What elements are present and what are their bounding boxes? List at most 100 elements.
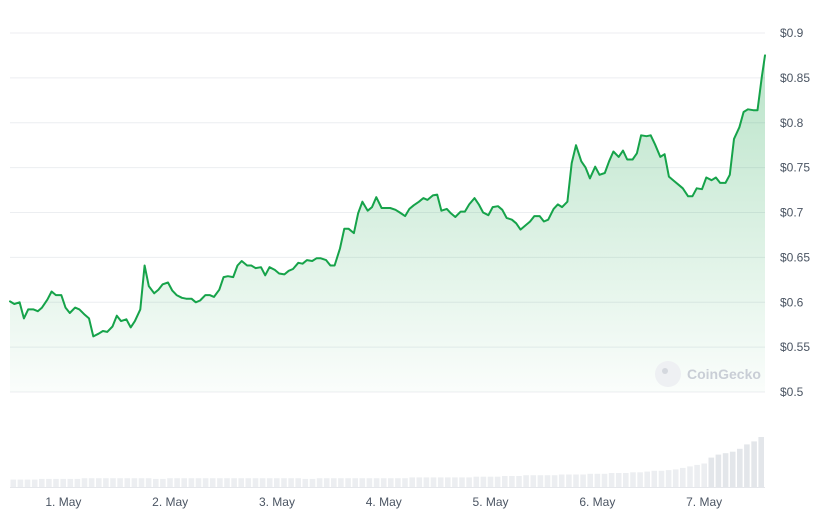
volume-bar (630, 472, 636, 487)
volume-bar (366, 478, 373, 487)
volume-bar (380, 478, 387, 487)
y-tick-label: $0.9 (780, 26, 804, 40)
watermark-text: CoinGecko (687, 366, 761, 382)
volume-bar (601, 473, 608, 487)
volume-bar (359, 478, 366, 487)
volume-bar (694, 464, 700, 487)
volume-bar (96, 478, 102, 487)
coingecko-logo-icon (655, 361, 681, 387)
volume-bar (459, 477, 465, 487)
volume-bar (744, 444, 750, 487)
volume-bar (252, 478, 259, 487)
volume-bar (167, 478, 173, 487)
volume-bar (680, 467, 686, 487)
price-area (10, 55, 765, 393)
volume-bar (608, 473, 615, 487)
volume-bar (46, 478, 52, 487)
volume-bar (573, 474, 579, 487)
x-tick-label: 5. May (473, 495, 509, 509)
y-tick-label: $0.55 (780, 340, 810, 354)
volume-bar (153, 478, 159, 487)
volume-bar (480, 476, 487, 487)
volume-bar (487, 476, 494, 487)
y-tick-label: $0.7 (780, 206, 804, 220)
volume-bar (117, 478, 123, 487)
volume-bar (758, 437, 764, 487)
volume-bar (445, 477, 451, 487)
volume-bar (124, 478, 131, 487)
volume-bar (202, 478, 209, 487)
volume-bar (224, 478, 230, 487)
volume-bar (558, 474, 565, 487)
volume-bar (24, 479, 31, 487)
volume-bar (580, 474, 586, 487)
price-area-fill (10, 55, 765, 393)
volume-bar (729, 451, 736, 487)
volume-bar (81, 478, 88, 487)
x-axis-ticks: 1. May 2. May 3. May 4. May 5. May 6. May 7. M… (45, 495, 722, 509)
volume-bar (473, 476, 480, 487)
volume-bar (31, 479, 38, 487)
volume-bar (60, 478, 66, 487)
volume-bar (537, 475, 544, 487)
x-tick-label: 1. May (45, 495, 81, 509)
volume-bar (331, 478, 337, 487)
volume-bar (53, 478, 59, 487)
volume-bar (295, 478, 301, 487)
volume-bar (430, 477, 437, 487)
volume-bar (103, 478, 109, 487)
volume-bar (245, 478, 252, 487)
volume-bar (452, 477, 458, 487)
x-tick-label: 6. May (579, 495, 615, 509)
chart-canvas: $0.9 $0.85 $0.8 $0.75 $0.7 $0.65 $0.6 $0.55 $0.5… (9, 26, 810, 509)
volume-bar (644, 471, 650, 487)
volume-bar (39, 478, 45, 487)
volume-bar (17, 479, 24, 487)
volume-bar (587, 473, 593, 487)
volume-bar (509, 476, 515, 487)
volume-bar (466, 477, 472, 487)
volume-bar (145, 478, 152, 487)
y-tick-label: $0.75 (780, 161, 810, 175)
coingecko-logo-eye (662, 368, 668, 374)
volume-bar (437, 477, 444, 487)
volume-bar (494, 476, 501, 487)
y-tick-label: $0.5 (780, 385, 804, 399)
volume-bar (409, 477, 415, 487)
volume-bar (751, 441, 757, 487)
volume-bar (402, 478, 408, 487)
volume-bar (266, 478, 273, 487)
volume-bar (181, 478, 187, 487)
volume-bar (594, 473, 601, 487)
volume-bar (209, 478, 216, 487)
volume-bar (722, 453, 729, 487)
volume-bar (373, 478, 380, 487)
volume-bar (188, 478, 195, 487)
volume-bar (615, 473, 622, 487)
price-chart: $0.9 $0.85 $0.8 $0.75 $0.7 $0.65 $0.6 $0.55 $0.5… (0, 0, 829, 526)
volume-bar (110, 478, 116, 487)
volume-bar (687, 466, 693, 487)
volume-bar (288, 478, 294, 487)
volume-bar (131, 478, 138, 487)
volume-bar (195, 478, 202, 487)
volume-bar (352, 478, 358, 487)
volume-bar (715, 454, 722, 487)
volume-bar (551, 475, 558, 487)
volume-bar (672, 469, 679, 487)
y-tick-label: $0.6 (780, 295, 804, 309)
volume-bar (665, 470, 672, 487)
volume-bar (544, 475, 551, 487)
volume-bar (323, 478, 330, 487)
volume-bar (566, 474, 572, 487)
volume-bar (88, 478, 95, 487)
volume-bar (259, 478, 266, 487)
volume-bar (651, 470, 658, 487)
volume-bar (502, 476, 508, 487)
volume-bar (316, 478, 323, 487)
x-tick-label: 4. May (366, 495, 402, 509)
volume-bar (737, 448, 743, 487)
volume-bar (160, 478, 166, 487)
volume-bar (516, 476, 522, 487)
volume-bar (701, 463, 707, 487)
